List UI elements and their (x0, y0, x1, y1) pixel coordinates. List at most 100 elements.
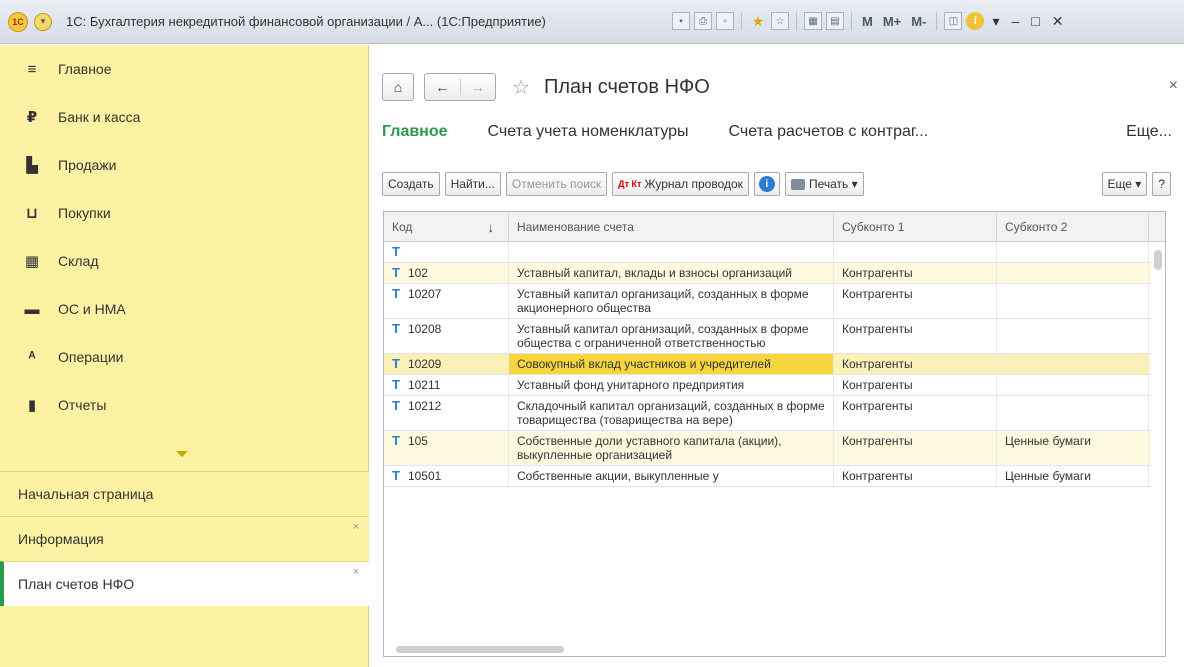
account-type-icon: T (392, 433, 400, 448)
sort-down-icon: ↓ (487, 219, 495, 235)
cell-code: T 10207 (384, 284, 509, 318)
info-icon: i (758, 176, 775, 192)
back-arrow-icon[interactable]: ← (425, 79, 460, 95)
sidebar-item-label: ОС и НМА (58, 301, 126, 317)
favorites-list-icon[interactable]: ☆ (771, 12, 789, 30)
cell-subconto1: Контрагенты (834, 319, 997, 353)
cell-code-value: 10212 (407, 399, 442, 413)
cell-subconto2 (997, 375, 1149, 395)
cell-code: T 10211 (384, 375, 509, 395)
cell-subconto2 (997, 319, 1149, 353)
sidebar-item-6[interactable]: ᴬ Операции (0, 333, 368, 381)
tab-0[interactable]: Главное (382, 123, 448, 141)
cell-code: T 10208 (384, 319, 509, 353)
more-button[interactable]: Еще ▾ (1101, 172, 1148, 196)
sidebar-item-7[interactable]: ▮ Отчеты (0, 381, 368, 429)
table-header: Код ↓ Наименование счета Субконто 1 Субк… (384, 212, 1165, 242)
minimize-button[interactable]: – (1007, 13, 1023, 29)
scroll-thumb[interactable] (1154, 250, 1162, 270)
debit-credit-icon: Дт Кт (618, 178, 642, 189)
history-navigation: ← → (424, 73, 496, 101)
favorite-star-icon[interactable]: ☆ (512, 75, 530, 100)
horizontal-scrollbar[interactable] (384, 642, 1153, 656)
cell-code: T 105 (384, 431, 509, 465)
column-header-subconto1[interactable]: Субконто 1 (834, 212, 997, 242)
forward-arrow-icon[interactable]: → (459, 79, 496, 95)
app-logo-icon[interactable]: 1С (8, 11, 28, 32)
table-row[interactable]: T 102 Уставный капитал, вклады и взносы ор… (384, 263, 1165, 284)
close-window-button[interactable]: ✕ (1048, 13, 1068, 30)
find-button[interactable]: Найти... (444, 172, 501, 196)
main-menu-button[interactable]: ▾ (34, 12, 52, 31)
sidebar-item-label: Операции (58, 349, 124, 365)
open-window-item[interactable]: План счетов НФО × (0, 561, 369, 606)
cell-subconto1: Контрагенты (834, 354, 997, 374)
info-button[interactable]: i (753, 172, 780, 196)
open-window-item[interactable]: Информация × (0, 516, 369, 561)
chevron-down-icon: ▾ (1131, 177, 1142, 191)
tab-2[interactable]: Счета расчетов с контраг... (729, 123, 929, 141)
tabs-more-link[interactable]: Еще... (1126, 123, 1172, 141)
favorites-icon[interactable]: ★ (749, 12, 767, 30)
tab-1[interactable]: Счета учета номенклатуры (488, 123, 689, 141)
close-icon[interactable]: × (353, 566, 359, 578)
memory-m-button[interactable]: M (859, 14, 876, 29)
table-row[interactable]: T (384, 242, 1165, 263)
home-button[interactable]: ⌂ (382, 73, 414, 101)
cancel-search-button[interactable]: Отменить поиск (505, 172, 608, 196)
table-row[interactable]: T 10211 Уставный фонд унитарного предприят… (384, 375, 1165, 396)
memory-plus-button[interactable]: M+ (880, 14, 904, 29)
create-button[interactable]: Создать (382, 172, 440, 196)
sidebar-item-0[interactable]: ≡ Главное (0, 45, 368, 93)
maximize-button[interactable]: □ (1027, 13, 1043, 29)
table-row[interactable]: T 105 Собственные доли уставного капитала … (384, 431, 1165, 466)
sidebar-item-2[interactable]: ▙ Продажи (0, 141, 368, 189)
journal-entries-button[interactable]: Дт Кт Журнал проводок (612, 172, 749, 196)
column-header-code[interactable]: Код ↓ (384, 212, 509, 242)
open-windows-list: Начальная страница Информация × План счетов… (0, 471, 369, 606)
sidebar-item-3[interactable]: ⊔ Покупки (0, 189, 368, 237)
table-row[interactable]: T 10212 Складочный капитал организаций, со… (384, 396, 1165, 431)
account-type-icon: T (392, 244, 400, 259)
table-row[interactable]: T 10209 Совокупный вклад участников и учре… (384, 354, 1165, 375)
scroll-thumb[interactable] (396, 646, 564, 653)
vertical-scrollbar[interactable] (1151, 242, 1165, 642)
print-button[interactable]: Печать ▾ (784, 172, 864, 196)
open-window-item[interactable]: Начальная страница (0, 471, 369, 516)
column-header-label: Код (392, 220, 413, 234)
layout-icon[interactable]: ◫ (944, 12, 963, 30)
info-icon[interactable]: i (966, 12, 985, 30)
sidebar-item-5[interactable]: ▬ ОС и НМА (0, 285, 368, 333)
calculator-icon[interactable]: ▦ (804, 12, 822, 30)
chevron-down-icon[interactable]: ▾ (988, 13, 1003, 30)
cell-subconto1: Контрагенты (834, 431, 997, 465)
cart-icon: ⊔ (26, 205, 38, 222)
open-window-label: Начальная страница (18, 486, 154, 502)
bag-icon: ▙ (26, 157, 38, 174)
memory-minus-button[interactable]: M- (908, 14, 929, 29)
toolbar-separator (796, 12, 797, 30)
close-form-icon[interactable]: × (1169, 77, 1178, 95)
table-row[interactable]: T 10208 Уставный капитал организаций, созд… (384, 319, 1165, 354)
toolbar-separator (851, 12, 852, 30)
sidebar-item-1[interactable]: ₽ Банк и касса (0, 93, 368, 141)
account-type-icon: T (392, 286, 400, 301)
print-icon[interactable]: ⎙ (694, 12, 712, 30)
cell-subconto1: Контрагенты (834, 263, 997, 283)
toolbar-separator (936, 12, 938, 30)
column-header-subconto2[interactable]: Субконто 2 (997, 212, 1149, 242)
close-icon[interactable]: × (353, 521, 359, 533)
save-icon[interactable]: ▪ (672, 12, 690, 30)
menu-lines-icon: ≡ (27, 60, 37, 78)
column-header-name[interactable]: Наименование счета (509, 212, 834, 242)
help-button[interactable]: ? (1152, 172, 1171, 196)
table-row[interactable]: T 10207 Уставный капитал организаций, созд… (384, 284, 1165, 319)
cell-account-name: Собственные акции, выкупленные у (509, 466, 834, 486)
cell-account-name: Уставный фонд унитарного предприятия (509, 375, 834, 395)
cell-subconto2 (997, 242, 1149, 262)
preview-icon[interactable]: ▫ (716, 12, 734, 30)
table-row[interactable]: T 10501 Собственные акции, выкупленные у Ко… (384, 466, 1165, 487)
sidebar-item-4[interactable]: ▦ Склад (0, 237, 368, 285)
chevron-down-icon[interactable] (176, 451, 188, 457)
calendar-icon[interactable]: ▤ (826, 12, 844, 30)
